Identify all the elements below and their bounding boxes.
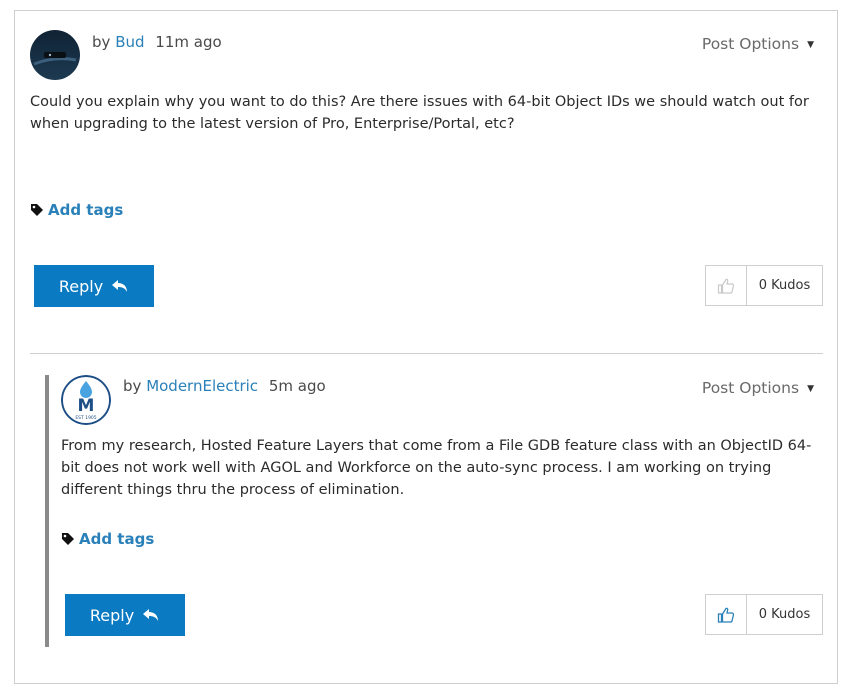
post-options-menu[interactable]: Post Options ▼: [702, 379, 814, 397]
post-byline: by ModernElectric 5m ago: [123, 377, 326, 395]
reply-thread-indicator: [45, 375, 49, 647]
kudos-widget: 0 Kudos: [705, 265, 823, 306]
kudos-count: 0 Kudos: [758, 607, 811, 622]
by-label: by: [92, 33, 111, 51]
author-link[interactable]: Bud: [115, 33, 144, 51]
post-byline: by Bud 11m ago: [92, 33, 222, 51]
add-tags-link[interactable]: Add tags: [61, 530, 154, 548]
caret-down-icon: ▼: [807, 40, 814, 50]
kudo-button[interactable]: [706, 266, 747, 305]
reply-button[interactable]: Reply: [65, 594, 185, 636]
kudos-widget: 0 Kudos: [705, 594, 823, 635]
reply-label: Reply: [89, 605, 135, 625]
post-divider: [30, 353, 823, 354]
thumbs-up-icon: [717, 607, 735, 623]
reply-button[interactable]: Reply: [34, 265, 154, 307]
kudo-button[interactable]: [706, 595, 747, 634]
add-tags-link[interactable]: Add tags: [30, 201, 123, 219]
reply-label: Reply: [58, 276, 104, 296]
add-tags-label: Add tags: [48, 201, 124, 219]
tag-icon: [62, 533, 74, 545]
kudos-count: 0 Kudos: [758, 278, 811, 293]
add-tags-label: Add tags: [79, 530, 155, 548]
avatar-logo-letter: M: [78, 396, 95, 416]
post-body: Could you explain why you want to do thi…: [30, 94, 809, 132]
avatar-logo-text: EST 1905: [75, 415, 96, 421]
caret-down-icon: ▼: [807, 384, 814, 394]
post-body: From my research, Hosted Feature Layers …: [61, 438, 812, 498]
avatar-modernelectric[interactable]: M EST 1905: [61, 375, 111, 425]
post-options-label: Post Options: [701, 379, 800, 397]
post-options-menu[interactable]: Post Options ▼: [702, 35, 814, 53]
post-options-label: Post Options: [701, 35, 800, 53]
thumbs-up-icon: [717, 278, 735, 294]
post-time: 5m ago: [268, 377, 326, 395]
avatar-bud[interactable]: [30, 30, 80, 80]
reply-arrow-icon: [143, 609, 159, 621]
by-label: by: [123, 377, 142, 395]
author-link[interactable]: ModernElectric: [146, 377, 258, 395]
post-time: 11m ago: [155, 33, 222, 51]
reply-arrow-icon: [112, 280, 128, 292]
tag-icon: [31, 204, 43, 216]
